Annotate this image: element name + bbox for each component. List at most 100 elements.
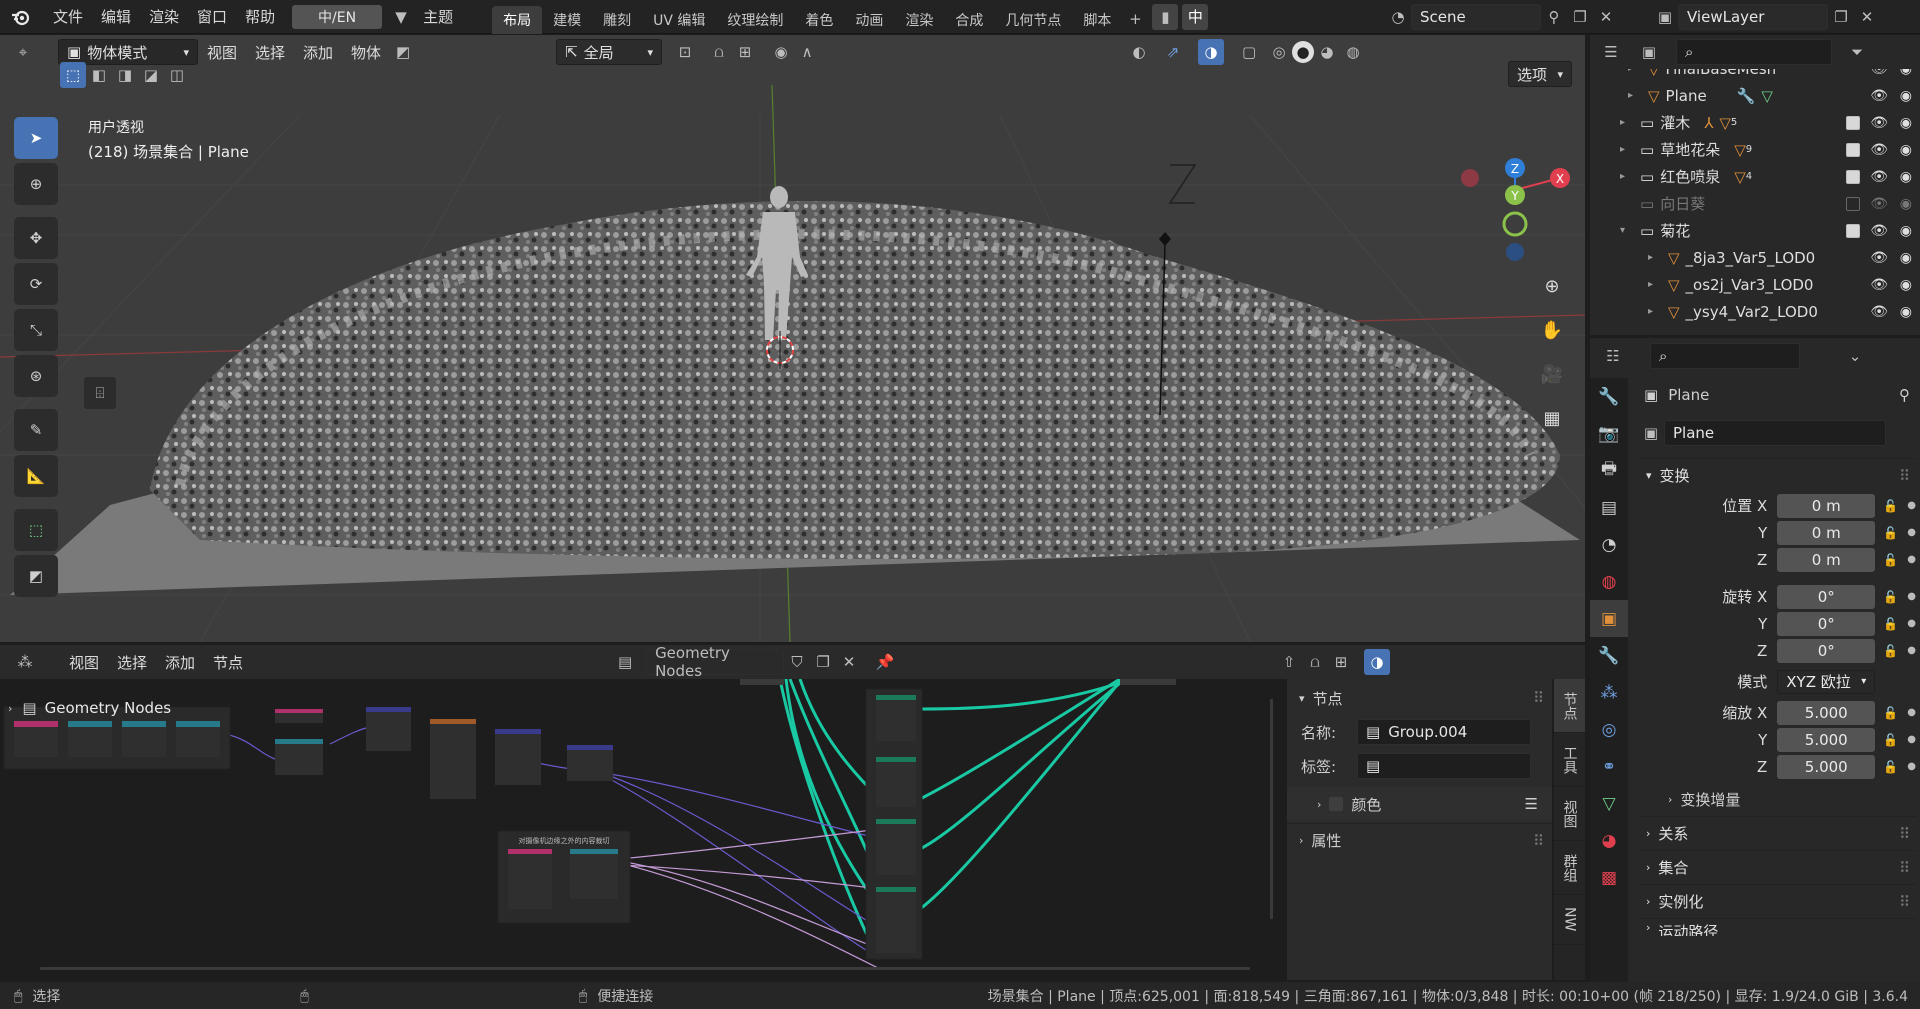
- render-camera-icon[interactable]: ◉: [1900, 277, 1912, 293]
- solid-shading-icon[interactable]: ●: [1292, 41, 1315, 63]
- pan-hand-icon[interactable]: ✋: [1533, 311, 1571, 349]
- editor-type-icon[interactable]: ⌖: [10, 39, 36, 65]
- camera-view-icon[interactable]: 🎥: [1533, 355, 1571, 393]
- select-new-icon[interactable]: ⬚: [60, 62, 86, 88]
- blender-logo-icon[interactable]: [8, 4, 34, 30]
- tree-row[interactable]: ▸ ▽ _8ja3_Var5_LOD0 👁 ◉: [1590, 244, 1920, 271]
- keyframe-dot-icon[interactable]: ●: [1907, 500, 1916, 511]
- delta-transform-subpanel[interactable]: › 变换增量: [1638, 782, 1916, 816]
- tab-view[interactable]: 视图: [1554, 787, 1585, 841]
- lock-icon[interactable]: 🔓: [1883, 590, 1899, 604]
- object-name-field[interactable]: Plane: [1664, 420, 1886, 446]
- menu-add[interactable]: 添加: [294, 42, 342, 63]
- node-section-header[interactable]: ▾ 节点 ⠿: [1287, 681, 1552, 715]
- eye-icon[interactable]: 👁: [1870, 304, 1888, 320]
- tree-row[interactable]: ▸ ▽ _os2j_Var3_LOD0 👁 ◉: [1590, 271, 1920, 298]
- pin-icon[interactable]: 📌: [872, 649, 898, 675]
- menu-object[interactable]: 物体: [342, 42, 390, 63]
- close-icon[interactable]: ✕: [1854, 4, 1880, 30]
- scale-tool[interactable]: ⤡: [14, 309, 58, 351]
- image-tool[interactable]: ◩: [14, 555, 58, 597]
- chevron-down-icon[interactable]: ▼: [388, 4, 414, 30]
- properties-search-input[interactable]: ⌕: [1650, 343, 1800, 369]
- display-mode-icon[interactable]: ▣: [1636, 39, 1662, 65]
- scene-tab-icon[interactable]: ◔: [1590, 526, 1628, 563]
- menu-render[interactable]: 渲染: [140, 0, 188, 34]
- render-camera-icon[interactable]: ◉: [1900, 250, 1912, 266]
- gizmo-z-label[interactable]: Z: [1511, 162, 1519, 176]
- rendered-shading-icon[interactable]: ◍: [1340, 39, 1366, 65]
- keyframe-dot-icon[interactable]: ●: [1907, 527, 1916, 538]
- menu-edit[interactable]: 编辑: [92, 0, 140, 34]
- keyframe-dot-icon[interactable]: ●: [1907, 645, 1916, 656]
- instancing-section-header[interactable]: › 实例化 ⠿: [1638, 884, 1916, 918]
- add-workspace-icon[interactable]: +: [1122, 6, 1148, 32]
- expand-arrow-icon[interactable]: ▸: [1620, 144, 1634, 155]
- viewlayer-icon[interactable]: ▣: [1652, 4, 1678, 30]
- drag-handle-icon[interactable]: ⠿: [1899, 893, 1910, 911]
- expand-arrow-icon[interactable]: ▸: [1648, 279, 1662, 290]
- exclude-checkbox[interactable]: [1846, 223, 1860, 238]
- tab-animation[interactable]: 动画: [844, 6, 894, 34]
- scale-z-field[interactable]: 5.000: [1777, 754, 1876, 779]
- keyframe-dot-icon[interactable]: ●: [1907, 591, 1916, 602]
- eye-icon[interactable]: 👁: [1870, 169, 1888, 185]
- motion-paths-section-header[interactable]: › 运动路径: [1638, 918, 1916, 936]
- select-invert-icon[interactable]: ◪: [138, 62, 164, 88]
- tab-geometry-nodes[interactable]: 几何节点: [994, 6, 1072, 34]
- output-tab-icon[interactable]: 🖶: [1590, 452, 1628, 489]
- menu-help[interactable]: 帮助: [236, 0, 284, 34]
- keyframe-dot-icon[interactable]: ●: [1907, 618, 1916, 629]
- location-y-field[interactable]: 0 m: [1777, 520, 1876, 545]
- overlay-toggle-icon[interactable]: ◑: [1198, 39, 1225, 65]
- render-camera-icon[interactable]: ◉: [1900, 169, 1912, 185]
- exclude-checkbox[interactable]: [1846, 169, 1860, 184]
- tab-nw[interactable]: NW: [1554, 895, 1585, 945]
- eye-icon[interactable]: 👁: [1870, 142, 1888, 158]
- select-intersect-icon[interactable]: ◫: [164, 62, 190, 88]
- visibility-icon[interactable]: ◐: [1126, 39, 1152, 65]
- menu-select[interactable]: 选择: [108, 652, 156, 673]
- breadcrumb[interactable]: Geometry Nodes: [45, 699, 172, 717]
- eye-icon[interactable]: 👁: [1870, 115, 1888, 131]
- node-canvas[interactable]: 对摄像机边缘之外的内容裁切: [0, 679, 1285, 979]
- output-node-stack[interactable]: [865, 688, 923, 960]
- wireframe-shading-icon[interactable]: ◎: [1266, 39, 1292, 65]
- scale-y-field[interactable]: 5.000: [1777, 727, 1876, 752]
- gizmo-toggle-icon[interactable]: ⇗: [1160, 39, 1186, 65]
- falloff-icon[interactable]: ∧: [794, 39, 820, 65]
- node-frame-group[interactable]: 对摄像机边缘之外的内容裁切: [497, 830, 631, 924]
- render-camera-icon[interactable]: ◉: [1900, 115, 1912, 131]
- expand-arrow-icon[interactable]: ▸: [1648, 306, 1662, 317]
- tab-compositing[interactable]: 合成: [944, 6, 994, 34]
- color-subpanel[interactable]: › 颜色 ☰: [1287, 787, 1552, 821]
- particles-tab-icon[interactable]: ⁂: [1590, 674, 1628, 711]
- drag-handle-icon[interactable]: ⠿: [1899, 467, 1910, 485]
- expand-arrow-icon[interactable]: ▸: [1620, 171, 1634, 182]
- tab-tool[interactable]: 工具: [1554, 733, 1585, 787]
- tool-tab-icon[interactable]: 🔧: [1590, 378, 1628, 415]
- snap-icon[interactable]: ⩍: [1302, 649, 1328, 675]
- keyframe-dot-icon[interactable]: ●: [1907, 707, 1916, 718]
- move-tool[interactable]: ✥: [14, 217, 58, 259]
- expand-arrow-icon[interactable]: ▸: [1628, 90, 1642, 101]
- lock-icon[interactable]: 🔓: [1883, 617, 1899, 631]
- exclude-checkbox[interactable]: [1846, 196, 1860, 211]
- menu-window[interactable]: 窗口: [188, 0, 236, 34]
- snap-target-icon[interactable]: ⊞: [732, 39, 758, 65]
- node-cluster-2[interactable]: [275, 707, 613, 799]
- scale-x-field[interactable]: 5.000: [1777, 700, 1876, 725]
- color-checkbox[interactable]: [1329, 797, 1344, 811]
- zoom-icon[interactable]: ⊕: [1533, 267, 1571, 305]
- eye-icon[interactable]: 👁: [1870, 277, 1888, 293]
- pin-icon[interactable]: ⚲: [1899, 386, 1910, 404]
- tab-texture-paint[interactable]: 纹理绘制: [716, 6, 794, 34]
- drag-handle-icon[interactable]: ⠿: [1533, 832, 1544, 850]
- pin-icon[interactable]: ⚲: [1541, 4, 1567, 30]
- expand-arrow-icon[interactable]: ▸: [1648, 252, 1662, 263]
- tab-layout[interactable]: 布局: [492, 5, 543, 34]
- menu-view[interactable]: 视图: [198, 42, 246, 63]
- rotation-y-field[interactable]: 0°: [1777, 611, 1876, 636]
- rotation-x-field[interactable]: 0°: [1777, 584, 1876, 609]
- keyframe-dot-icon[interactable]: ●: [1907, 734, 1916, 745]
